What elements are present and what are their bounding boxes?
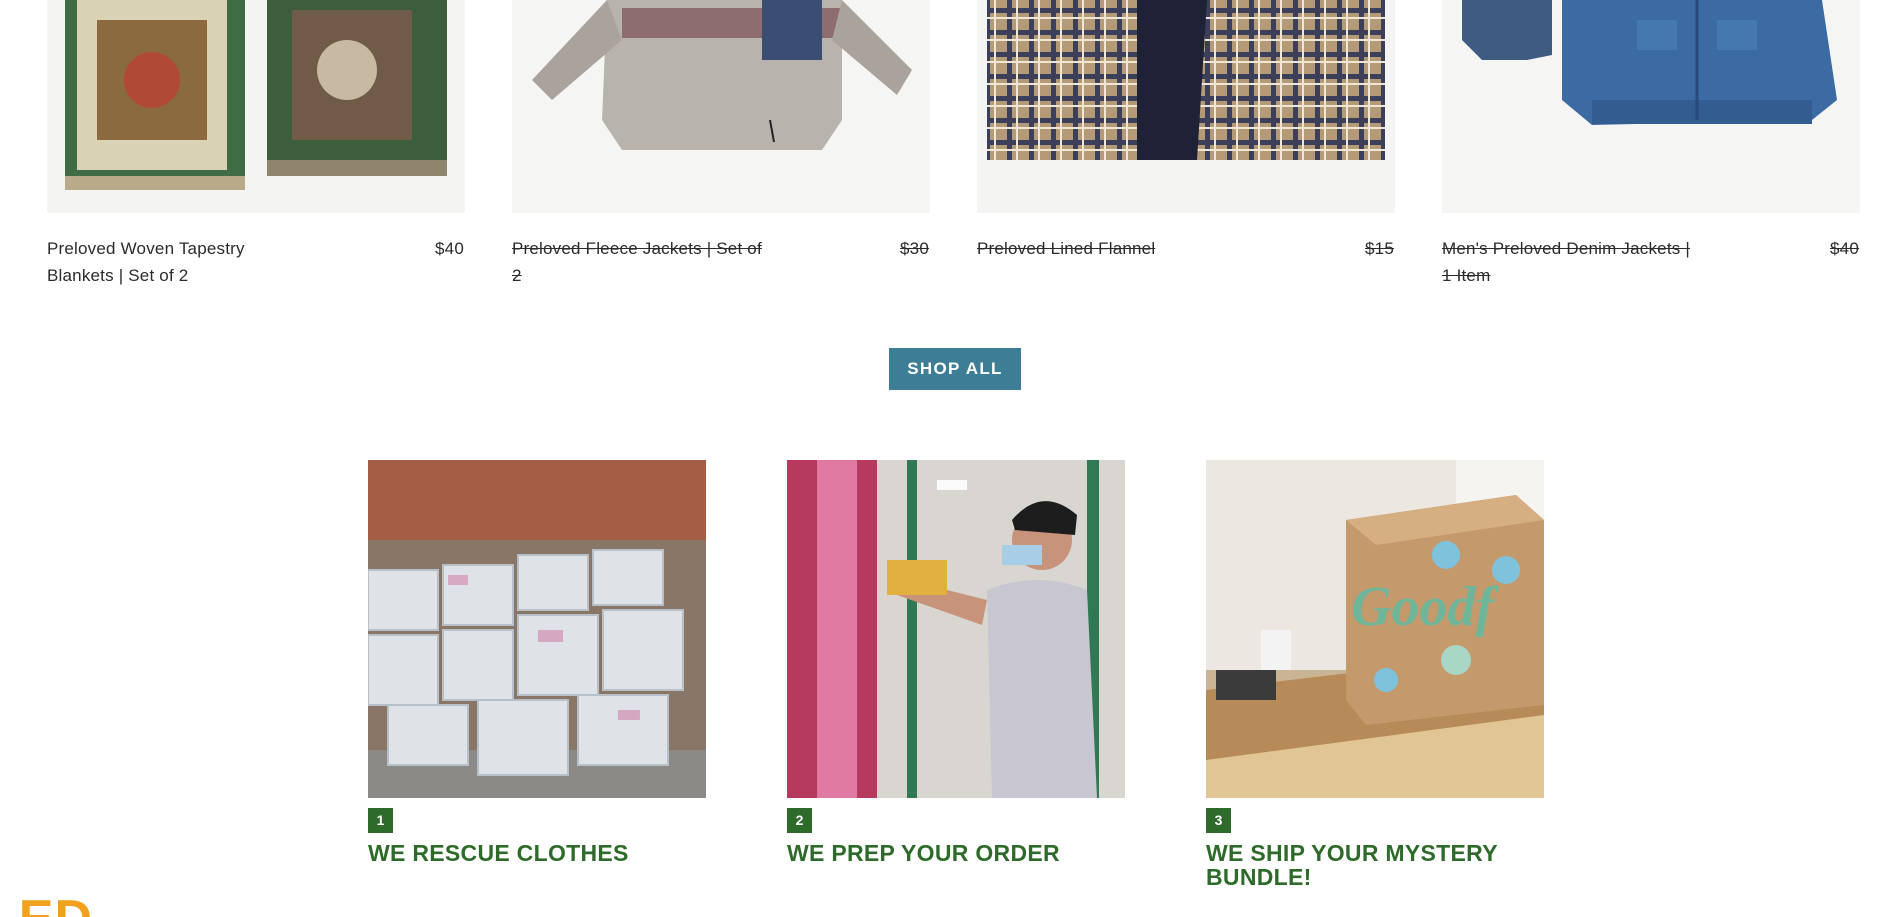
shop-all-button[interactable]: SHOP ALL — [889, 348, 1021, 390]
step-image-worker-sorting — [787, 460, 1125, 798]
product-image-lined-flannel[interactable] — [977, 0, 1395, 213]
page: Preloved Woven Tapestry Blankets | Set o… — [0, 0, 1901, 917]
product-grid: Preloved Woven Tapestry Blankets | Set o… — [47, 0, 1860, 290]
step-title: WE RESCUE CLOTHES — [368, 840, 629, 866]
product-title[interactable]: Preloved Lined Flannel — [977, 235, 1227, 262]
step: Goodf 3 WE SHIP YOUR MYSTERY BUNDLE! — [1206, 460, 1544, 889]
footer-logo-fragment: LED — [0, 893, 93, 917]
step-number-badge: 3 — [1206, 808, 1231, 833]
svg-text:Goodf: Goodf — [1351, 576, 1499, 638]
product-price: $30 — [900, 239, 929, 258]
step: 1 WE RESCUE CLOTHES — [368, 460, 706, 889]
product-title[interactable]: Men's Preloved Denim Jackets | 1 Item — [1442, 235, 1692, 289]
product-card[interactable]: Men's Preloved Denim Jackets | 1 Item $4… — [1442, 0, 1860, 290]
product-title[interactable]: Preloved Woven Tapestry Blankets | Set o… — [47, 235, 297, 289]
product-card[interactable]: Preloved Lined Flannel $15 — [977, 0, 1395, 290]
product-title[interactable]: Preloved Fleece Jackets | Set of 2 — [512, 235, 762, 289]
product-image-tapestry-blankets[interactable] — [47, 0, 465, 213]
step-image-clothing-bales — [368, 460, 706, 798]
step: 2 WE PREP YOUR ORDER — [787, 460, 1125, 889]
step-number-badge: 2 — [787, 808, 812, 833]
product-image-fleece-jackets[interactable] — [512, 0, 930, 213]
step-number-badge: 1 — [368, 808, 393, 833]
product-price: $40 — [435, 239, 464, 258]
step-image-shipping-box: Goodf — [1206, 460, 1544, 798]
product-card[interactable]: Preloved Woven Tapestry Blankets | Set o… — [47, 0, 465, 290]
step-title: WE PREP YOUR ORDER — [787, 840, 1060, 866]
product-price: $40 — [1830, 239, 1859, 258]
product-image-denim-jackets[interactable] — [1442, 0, 1860, 213]
product-price: $15 — [1365, 239, 1394, 258]
how-it-works: 1 WE RESCUE CLOTHES 2 WE PREP YOUR ORDER… — [368, 460, 1544, 889]
product-card[interactable]: Preloved Fleece Jackets | Set of 2 $30 — [512, 0, 930, 290]
step-title: WE SHIP YOUR MYSTERY BUNDLE! — [1206, 840, 1498, 890]
